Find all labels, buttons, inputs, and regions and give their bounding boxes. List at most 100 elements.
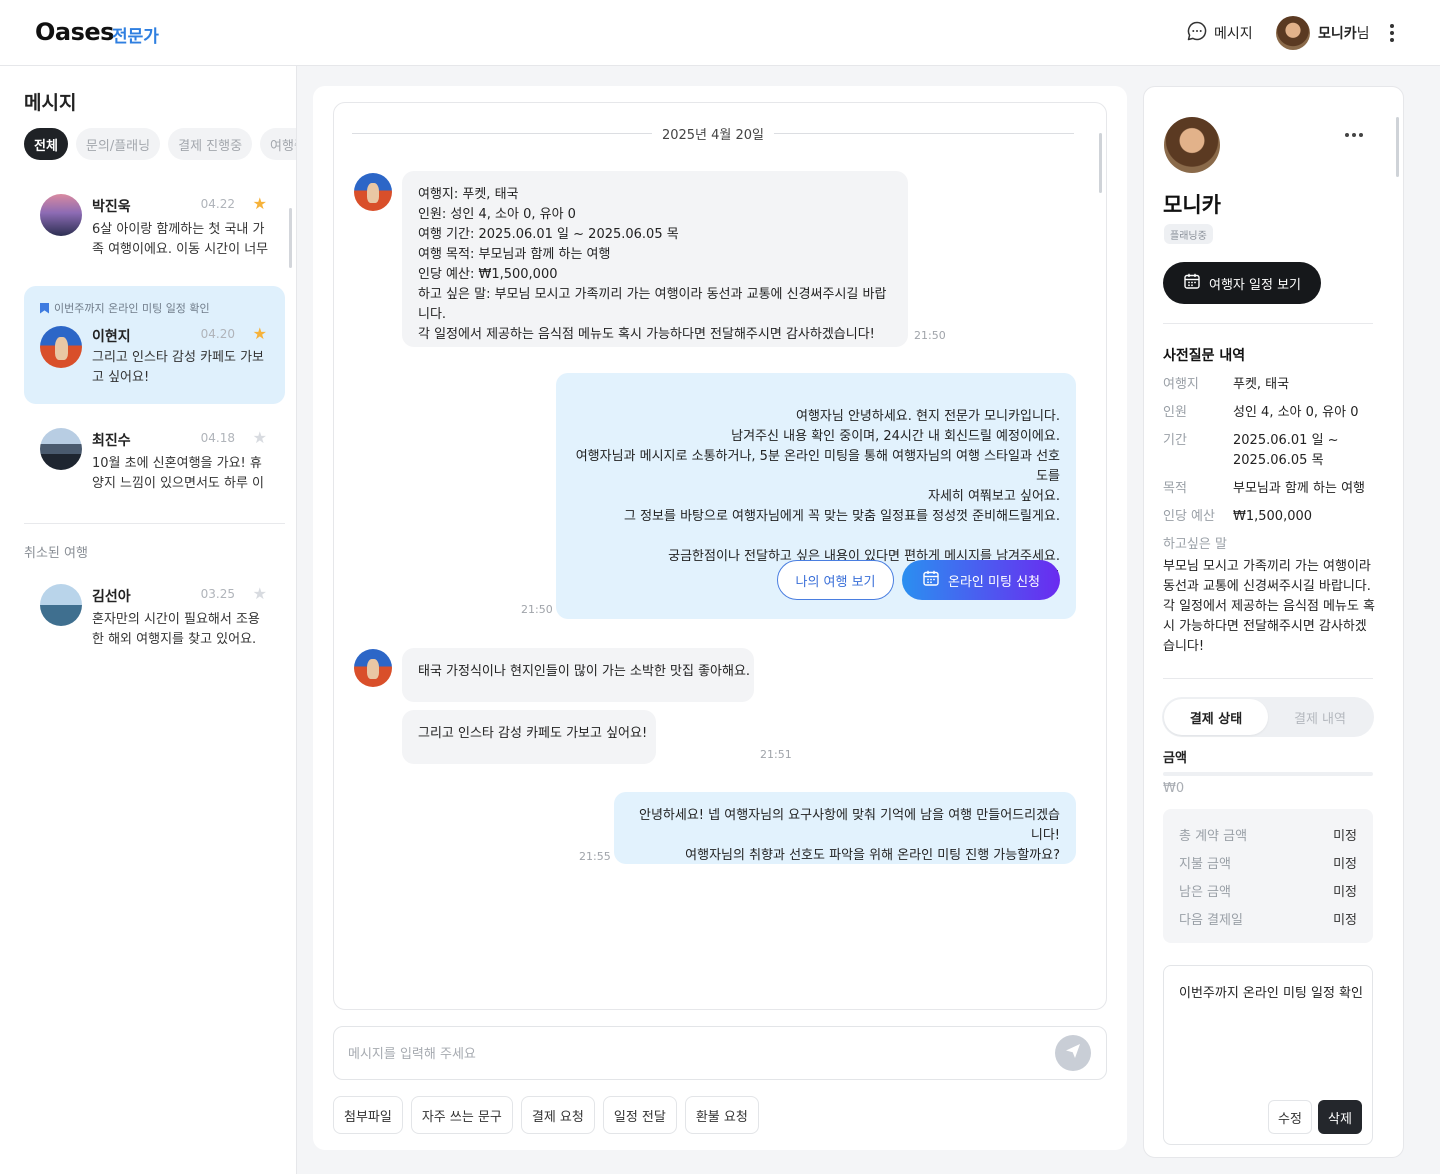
field-value: 성인 4, 소아 0, 유아 0 <box>1233 405 1359 420</box>
field-value: 2025.06.01 일 ~ 2025.06.05 목 <box>1233 433 1339 468</box>
more-horizontal-icon[interactable] <box>1342 127 1366 143</box>
conversation-item-selected[interactable]: 이번주까지 온라인 미팅 일정 확인 이현지 04.20 ★ 그리고 인스타 감… <box>24 286 285 404</box>
conversation-date: 04.20 <box>200 327 235 341</box>
header-messages-label: 메시지 <box>1214 26 1253 42</box>
precheck-row: 인원 성인 4, 소아 0, 유아 0 <box>1163 403 1378 423</box>
amount-value: ₩0 <box>1163 781 1185 796</box>
refund-request-button[interactable]: 환불 요청 <box>684 1096 759 1134</box>
field-key: 인원 <box>1163 405 1187 420</box>
divider <box>1163 323 1373 324</box>
payment-value: 미정 <box>1333 857 1357 872</box>
star-icon[interactable]: ★ <box>253 586 267 602</box>
filter-chip-all[interactable]: 전체 <box>24 128 68 160</box>
view-schedule-button[interactable]: 여행자 일정 보기 <box>1163 262 1321 304</box>
conversation-preview: 그리고 인스타 감성 카페도 가보고 싶어요! <box>92 350 265 385</box>
sidebar-scrollbar[interactable] <box>289 208 292 268</box>
profile-avatar <box>1164 117 1220 173</box>
payment-key: 총 계약 금액 <box>1179 829 1248 844</box>
avatar <box>40 584 82 626</box>
memo-delete-button[interactable]: 삭제 <box>1318 1100 1362 1134</box>
amount-progress-bar <box>1163 772 1373 776</box>
message-thread: 2025년 4월 20일 여행지: 푸켓, 태국 인원: 성인 4, 소아 0,… <box>333 102 1107 1010</box>
payment-request-button[interactable]: 결제 요청 <box>520 1096 595 1134</box>
conversation-name: 김선아 <box>92 589 131 605</box>
message-time: 21:50 <box>521 603 553 616</box>
star-icon[interactable]: ★ <box>253 196 267 212</box>
outgoing-message: 안녕하세요! 넵 여행자님의 요구사항에 맞춰 기억에 남을 여행 만들어드리겠… <box>614 792 1076 864</box>
date-separator-label: 2025년 4월 20일 <box>651 124 775 143</box>
more-vertical-icon[interactable] <box>1382 22 1402 44</box>
tab-payment-status[interactable]: 결제 상태 <box>1164 699 1268 735</box>
field-value: ₩1,500,000 <box>1233 509 1313 524</box>
conversation-item[interactable]: 최진수 04.18 ★ 10월 초에 신혼여행을 가요! 휴양지 느낌이 있으면… <box>24 414 285 504</box>
calendar-icon <box>922 569 940 591</box>
conversation-date: 03.25 <box>200 587 235 601</box>
panel-scrollbar[interactable] <box>1396 117 1399 177</box>
hope-text: 부모님 모시고 가족끼리 가는 여행이라 동선과 교통에 신경써주시길 바랍니다… <box>1163 559 1376 654</box>
traveler-info-panel: 모니카 플래닝중 여행자 일정 보기 사전질문 내역 여행지 푸켓, 태국 인원 성… <box>1143 86 1404 1158</box>
message-time: 21:51 <box>760 748 792 761</box>
message-time: 21:50 <box>914 329 946 342</box>
incoming-message: 그리고 인스타 감성 카페도 가보고 싶어요! <box>402 710 656 764</box>
field-key: 목적 <box>1163 481 1187 496</box>
conversation-item[interactable]: 김선아 03.25 ★ 혼자만의 시간이 필요해서 조용한 해외 여행지를 찾고… <box>24 570 285 660</box>
pin-note-text: 이번주까지 온라인 미팅 일정 확인 <box>54 302 210 315</box>
message-composer <box>333 1026 1107 1080</box>
filter-chip-payment[interactable]: 결제 진행중 <box>168 128 253 160</box>
user-menu[interactable]: 모니카님 <box>1276 16 1370 50</box>
send-button[interactable] <box>1055 1035 1091 1071</box>
conversation-sidebar: 메시지 전체 문의/플래닝 결제 진행중 여행중 박진욱 04.22 ★ 6살 … <box>0 66 297 1174</box>
calendar-icon <box>1183 272 1201 294</box>
precheck-row: 기간 2025.06.01 일 ~ 2025.06.05 목 <box>1163 431 1378 471</box>
cancelled-section-title: 취소된 여행 <box>24 546 88 561</box>
amount-label: 금액 <box>1163 751 1187 766</box>
quick-actions: 첨부파일 자주 쓰는 문구 결제 요청 일정 전달 환불 요청 <box>333 1096 759 1134</box>
payment-row: 지불 금액 미정 <box>1179 853 1357 872</box>
precheck-title: 사전질문 내역 <box>1163 348 1246 364</box>
precheck-row: 하고싶은 말 <box>1163 535 1378 555</box>
send-itinerary-button[interactable]: 일정 전달 <box>602 1096 677 1134</box>
conversation-preview: 10월 초에 신혼여행을 가요! 휴양지 느낌이 있으면서도 하루 이틀... <box>92 456 265 491</box>
header-messages-link[interactable]: 메시지 <box>1186 20 1253 46</box>
field-key: 인당 예산 <box>1163 509 1215 524</box>
date-separator: 2025년 4월 20일 <box>352 123 1074 143</box>
field-value: 부모님과 함께 하는 여행 <box>1233 481 1365 496</box>
avatar <box>40 326 82 368</box>
view-my-trip-button[interactable]: 나의 여행 보기 <box>777 560 894 600</box>
memo-edit-button[interactable]: 수정 <box>1268 1100 1312 1134</box>
message-time: 21:55 <box>579 850 611 863</box>
payment-value: 미정 <box>1333 913 1357 928</box>
conversation-date: 04.22 <box>200 197 235 211</box>
payment-tabs: 결제 상태 결제 내역 <box>1162 697 1374 737</box>
attach-file-button[interactable]: 첨부파일 <box>333 1096 403 1134</box>
filter-chip-inquiry[interactable]: 문의/플래닝 <box>75 128 161 160</box>
chat-bubble-icon <box>1186 20 1208 46</box>
status-badge: 플래닝중 <box>1164 224 1213 244</box>
saved-phrases-button[interactable]: 자주 쓰는 문구 <box>410 1096 513 1134</box>
conversation-item[interactable]: 박진욱 04.22 ★ 6살 아이랑 함께하는 첫 국내 가족 여행이에요. 이… <box>24 180 285 270</box>
chat-scrollbar[interactable] <box>1099 133 1102 193</box>
field-value: 푸켓, 태국 <box>1233 377 1290 392</box>
payment-summary: 총 계약 금액 미정 지불 금액 미정 남은 금액 미정 다음 결제일 미정 <box>1163 809 1373 943</box>
conversation-preview: 혼자만의 시간이 필요해서 조용한 해외 여행지를 찾고 있어요. 복... <box>92 612 260 647</box>
precheck-row: 목적 부모님과 함께 하는 여행 <box>1163 479 1378 499</box>
filter-chip-traveling[interactable]: 여행중 <box>260 128 296 160</box>
message-input[interactable] <box>348 1041 1038 1067</box>
memo-box[interactable]: 이번주까지 온라인 미팅 일정 확인 수정 삭제 <box>1163 965 1373 1145</box>
top-header: Oases 전문가 메시지 모니카님 <box>0 0 1440 66</box>
sidebar-title: 메시지 <box>24 92 77 114</box>
star-icon[interactable]: ★ <box>253 430 267 446</box>
precheck-row: 인당 예산 ₩1,500,000 <box>1163 507 1378 527</box>
field-key: 하고싶은 말 <box>1163 537 1227 552</box>
avatar <box>40 194 82 236</box>
conversation-name: 박진욱 <box>92 199 131 215</box>
online-meeting-button[interactable]: 온라인 미팅 신청 <box>902 560 1060 600</box>
payment-row: 총 계약 금액 미정 <box>1179 825 1357 844</box>
tab-payment-history[interactable]: 결제 내역 <box>1268 699 1372 735</box>
logo[interactable]: Oases <box>35 18 114 46</box>
star-icon[interactable]: ★ <box>253 326 267 342</box>
user-avatar <box>1276 16 1310 50</box>
payment-value: 미정 <box>1333 885 1357 900</box>
online-meeting-label: 온라인 미팅 신청 <box>948 574 1040 590</box>
payment-row: 다음 결제일 미정 <box>1179 909 1357 928</box>
